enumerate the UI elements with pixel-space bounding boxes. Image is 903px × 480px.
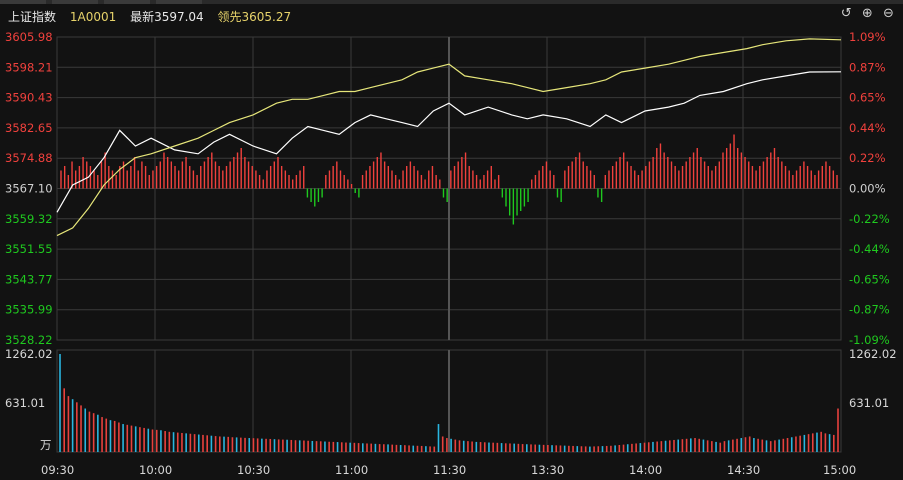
price-tick-label: 3590.43 <box>5 91 53 105</box>
price-tick-label: 3605.98 <box>5 30 53 44</box>
percent-tick-label: -0.87% <box>849 303 890 317</box>
intraday-chart[interactable]: 3605.98 1.09% 3598.21 0.87% 3590.43 0.65% 3582… <box>0 0 903 480</box>
time-tick-label: 10:30 <box>237 463 270 477</box>
price-tick-label: 3528.22 <box>5 333 53 347</box>
percent-tick-label: 0.22% <box>849 151 886 165</box>
volume-tick-label: 1262.02 <box>5 347 53 361</box>
percent-tick-label: -0.65% <box>849 272 890 286</box>
time-tick-label: 11:00 <box>335 463 368 477</box>
volume-tick-label-right: 1262.02 <box>849 347 897 361</box>
percent-tick-label: -0.22% <box>849 212 890 226</box>
percent-tick-label: 0.44% <box>849 121 886 135</box>
volume-tick-label: 631.01 <box>5 396 45 410</box>
price-tick-label: 3582.65 <box>5 121 53 135</box>
price-tick-label: 3574.88 <box>5 151 53 165</box>
time-tick-label: 09:30 <box>41 463 74 477</box>
percent-tick-label: 0.87% <box>849 60 886 74</box>
time-tick-label: 14:30 <box>727 463 760 477</box>
time-tick-label: 11:30 <box>433 463 466 477</box>
volume-unit-label: 万 <box>40 438 52 452</box>
price-tick-label: 3551.55 <box>5 242 53 256</box>
percent-tick-label: 0.00% <box>849 182 886 196</box>
time-tick-label: 13:30 <box>531 463 564 477</box>
price-tick-label: 3598.21 <box>5 60 53 74</box>
price-tick-label: 3535.99 <box>5 303 53 317</box>
percent-tick-label: 1.09% <box>849 30 886 44</box>
percent-tick-label: -1.09% <box>849 333 890 347</box>
price-tick-label: 3543.77 <box>5 272 53 286</box>
price-tick-label: 3567.10 <box>5 182 53 196</box>
time-tick-label: 14:00 <box>629 463 662 477</box>
time-tick-label: 10:00 <box>139 463 172 477</box>
time-tick-label: 15:00 <box>823 463 856 477</box>
price-tick-label: 3559.32 <box>5 212 53 226</box>
percent-tick-label: -0.44% <box>849 242 890 256</box>
percent-tick-label: 0.65% <box>849 91 886 105</box>
volume-tick-label-right: 631.01 <box>849 396 889 410</box>
